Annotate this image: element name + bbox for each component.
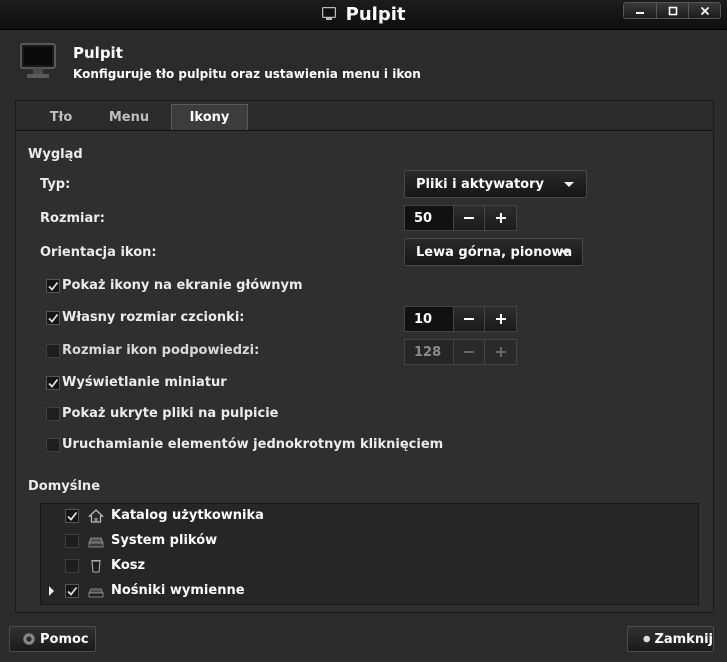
plus-icon [495,213,506,223]
size-label: Rozmiar: [40,211,105,226]
hidden-files-label[interactable]: Pokaż ukryte pliki na pulpicie [62,406,278,421]
tree-item-label: Katalog użytkownika [111,508,264,523]
tab-background[interactable]: Tło [26,104,96,130]
size-spin-value[interactable]: 50 [404,205,453,231]
show-icons-label[interactable]: Pokaż ikony na ekranie głównym [62,278,303,293]
window-title: Pulpit [345,4,406,25]
filesystem-checkbox[interactable] [65,534,79,548]
checkmark-icon [48,378,59,388]
tree-row[interactable]: System plików [41,529,698,553]
checkmark-icon [48,281,59,291]
custom-font-size-label[interactable]: Własny rozmiar czcionki: [62,310,244,325]
tree-item-label: System plików [111,533,218,548]
close-button-label: Zamknij [654,631,713,647]
maximize-button[interactable] [656,3,688,18]
close-button[interactable]: Zamknij [627,626,714,652]
defaults-section-label: Domyślne [28,479,101,494]
tooltip-icon-size-label[interactable]: Rozmiar ikon podpowiedzi: [62,343,259,358]
type-combo[interactable]: Pliki i aktywatory [404,170,587,198]
window-controls [623,2,721,19]
tree-row[interactable]: Katalog użytkownika [41,504,698,528]
orientation-combo-value: Lewa górna, pionowa [416,244,573,260]
removable-drive-icon [88,588,104,598]
tooltip-icon-size-spin: 128 [404,339,517,365]
minus-icon [464,318,474,320]
help-button-label: Pomoc [40,631,89,647]
window-titlebar[interactable]: Pulpit [0,0,727,30]
tree-row[interactable]: Kosz [41,554,698,578]
minimize-icon [636,11,644,14]
size-increase-button[interactable] [485,205,517,231]
tooltip-icon-size-checkbox[interactable] [46,344,60,358]
minus-icon [464,217,474,219]
close-icon [700,6,709,15]
appearance-section-label: Wygląd [28,147,83,162]
type-combo-value: Pliki i aktywatory [416,176,544,192]
plus-icon [495,347,506,357]
expand-arrow-icon[interactable] [49,586,54,596]
orientation-label: Orientacja ikon: [40,245,157,260]
font-size-decrease-button[interactable] [453,306,485,332]
checkmark-icon [67,511,78,521]
hidden-files-checkbox[interactable] [46,407,60,421]
default-icons-tree: Katalog użytkownika System plików Kosz N… [40,503,699,605]
tree-item-label: Nośniki wymienne [111,583,245,598]
trash-icon [91,560,101,573]
window-desktop-icon [321,7,336,20]
thumbnails-checkbox[interactable] [46,376,60,390]
trash-checkbox[interactable] [65,559,79,573]
font-size-spin: 10 [404,306,517,332]
chevron-down-icon [564,182,574,187]
minimize-button[interactable] [624,3,656,18]
size-decrease-button[interactable] [453,205,485,231]
drive-icon [88,537,104,548]
chevron-down-icon [560,250,570,255]
tree-row[interactable]: Nośniki wymienne [41,579,698,603]
single-click-checkbox[interactable] [46,438,60,452]
checkmark-icon [48,313,59,323]
home-folder-checkbox[interactable] [65,509,79,523]
orientation-combo[interactable]: Lewa górna, pionowa [404,238,583,266]
removable-media-checkbox[interactable] [65,584,79,598]
plus-icon [495,314,506,324]
tooltip-icon-size-spin-value: 128 [404,339,453,365]
maximize-icon [668,6,677,15]
tab-menu[interactable]: Menu [94,104,164,130]
settings-notebook: Tło Menu Ikony Wygląd Typ: Pliki i aktyw… [15,100,714,613]
help-button[interactable]: Pomoc [9,626,96,652]
tree-item-label: Kosz [111,558,146,573]
tab-bar: Tło Menu Ikony [16,101,713,131]
show-icons-checkbox[interactable] [46,279,60,293]
help-lifebuoy-icon [22,632,36,646]
close-window-button[interactable] [688,3,720,18]
tooltip-size-decrease-button [453,339,485,365]
font-size-increase-button[interactable] [485,306,517,332]
desktop-monitor-icon [20,43,56,78]
tooltip-size-increase-button [485,339,517,365]
minus-icon [464,351,474,353]
size-spin: 50 [404,205,517,231]
font-size-spin-value[interactable]: 10 [404,306,453,332]
single-click-label[interactable]: Uruchamianie elementów jednokrotnym klik… [62,437,443,452]
thumbnails-label[interactable]: Wyświetlanie miniatur [62,375,227,390]
custom-font-size-checkbox[interactable] [46,311,60,325]
header-title: Pulpit [73,44,123,62]
tab-icons[interactable]: Ikony [171,104,248,130]
checkmark-icon [67,586,78,596]
close-dot-icon [643,635,651,643]
header-subtitle: Konfiguruje tło pulpitu oraz ustawienia … [73,67,421,81]
type-label: Typ: [40,177,71,192]
home-icon [88,509,104,523]
